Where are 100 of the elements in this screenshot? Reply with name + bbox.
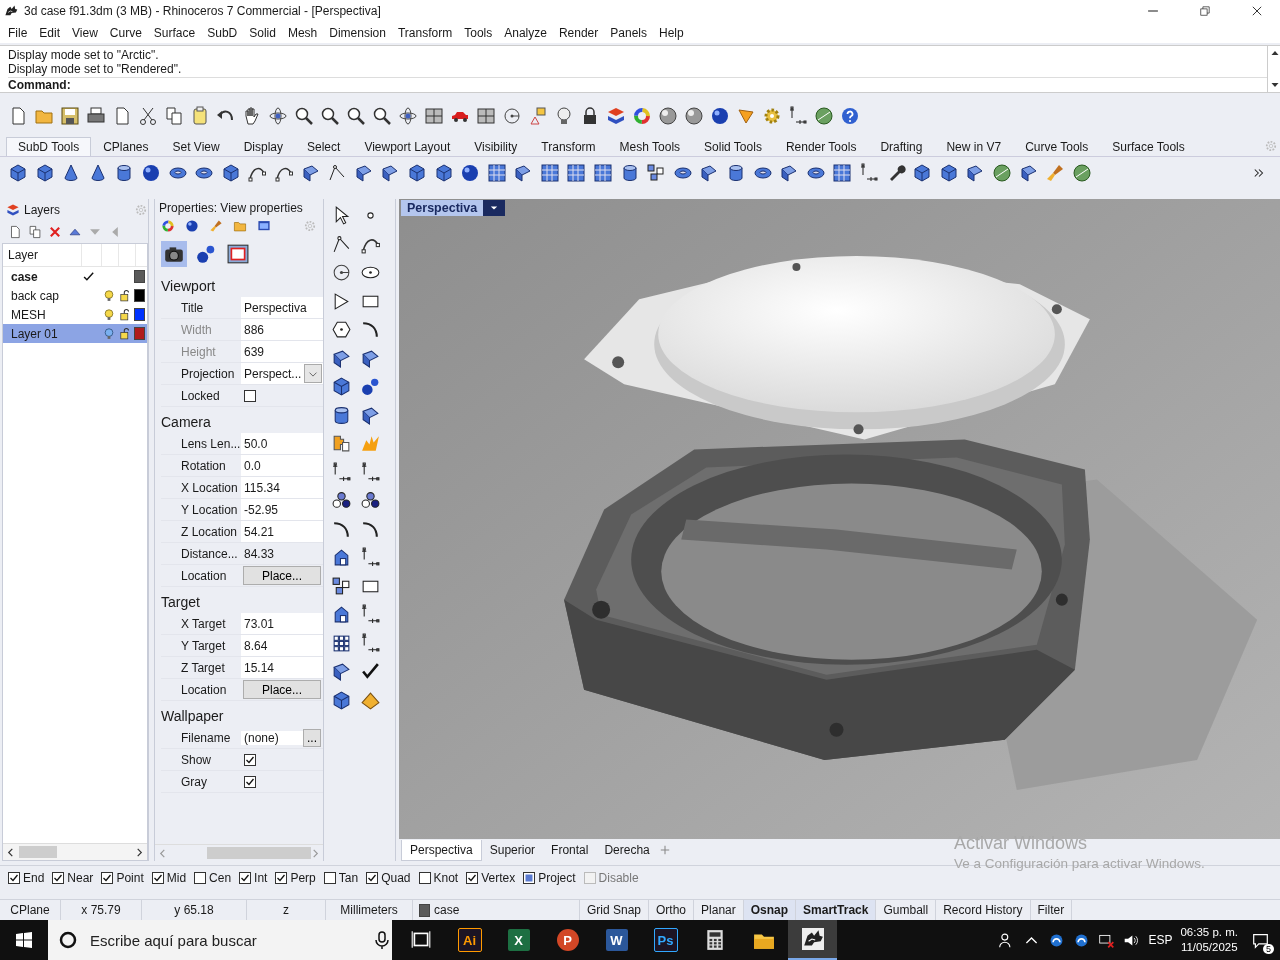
scroll-left-icon[interactable]	[6, 847, 15, 857]
checkbox[interactable]	[244, 389, 256, 402]
value-field[interactable]: 50.0	[241, 433, 323, 454]
osnap-label[interactable]: Near	[67, 871, 94, 885]
task-view-icon[interactable]	[409, 929, 432, 951]
scrollbar-thumb[interactable]	[207, 847, 311, 859]
search-field[interactable]: Escribe aquí para buscar	[88, 930, 362, 950]
layer-row[interactable]: MESH	[3, 305, 147, 324]
cube-icon[interactable]	[912, 163, 933, 183]
spheres-icon[interactable]	[195, 243, 217, 265]
osnap-label[interactable]: Knot	[433, 871, 459, 885]
menu-item[interactable]: View	[66, 25, 104, 40]
more-icon[interactable]	[1252, 166, 1266, 180]
cone-icon[interactable]	[736, 106, 756, 126]
menu-item[interactable]: Analyze	[498, 25, 553, 40]
osnap-label[interactable]: Point	[116, 871, 144, 885]
menu-item[interactable]: Dimension	[323, 25, 392, 40]
copy-icon[interactable]	[164, 106, 184, 126]
lock-icon[interactable]	[118, 288, 132, 303]
scrollbar-thumb[interactable]	[19, 846, 57, 858]
status-toggle[interactable]: SmartTrack	[796, 900, 877, 920]
arc-icon[interactable]	[360, 319, 381, 340]
app-logo[interactable]: P	[556, 929, 579, 951]
layer-row[interactable]: case	[3, 267, 147, 286]
menu-item[interactable]: File	[2, 25, 34, 40]
pyramid-icon[interactable]	[360, 689, 381, 711]
color-swatch[interactable]	[134, 289, 145, 302]
menu-item[interactable]: SubD	[201, 25, 244, 40]
surface-icon[interactable]	[331, 347, 352, 369]
status-toggle[interactable]: Osnap	[743, 900, 797, 920]
layer-row[interactable]: Layer 01	[3, 324, 147, 343]
dimension-icon[interactable]	[360, 632, 381, 654]
place-button[interactable]: Place...	[243, 566, 321, 585]
gear-icon[interactable]	[762, 106, 782, 126]
windows-logo-icon[interactable]	[14, 930, 34, 950]
dimension-icon[interactable]	[360, 461, 381, 483]
grid-icon[interactable]	[486, 163, 507, 183]
page-icon[interactable]	[8, 225, 22, 239]
toolbar-tab[interactable]: Drafting	[868, 137, 935, 156]
value-field[interactable]: 115.34	[241, 477, 323, 498]
circle-icon[interactable]	[502, 106, 522, 126]
projection-dropdown[interactable]: Perspect...	[241, 363, 323, 384]
search-bar[interactable]: Escribe aquí para buscar	[48, 920, 392, 960]
hand-icon[interactable]	[242, 106, 262, 126]
browse-button[interactable]: ...	[303, 728, 321, 747]
close-icon[interactable]	[1250, 4, 1264, 18]
osnap-label[interactable]: Int	[254, 871, 268, 885]
restore-icon[interactable]	[1198, 4, 1212, 18]
toolbar-tab[interactable]: Curve Tools	[1013, 137, 1101, 156]
sphere-icon[interactable]	[684, 106, 704, 126]
menu-item[interactable]: Edit	[33, 25, 67, 40]
checkbox[interactable]	[275, 872, 288, 884]
app-logo[interactable]: Ps	[653, 928, 678, 952]
grid-icon[interactable]	[476, 106, 496, 126]
lock-icon[interactable]	[118, 326, 132, 341]
sphere-icon[interactable]	[460, 163, 481, 183]
menu-item[interactable]: Render	[552, 25, 605, 40]
grid-icon[interactable]	[832, 163, 853, 183]
cube-icon[interactable]	[331, 689, 352, 711]
osnap-label[interactable]: Cen	[209, 871, 232, 885]
checkbox[interactable]	[244, 775, 256, 788]
orbit-icon[interactable]	[268, 106, 288, 126]
osnap-label[interactable]: Disable	[598, 871, 639, 885]
lightbulb-icon[interactable]	[102, 288, 116, 303]
scissors-icon[interactable]	[138, 106, 158, 126]
squares-icon[interactable]	[331, 575, 352, 597]
checkbox[interactable]	[8, 872, 20, 884]
toolbar-tab[interactable]: Transform	[529, 137, 608, 156]
copy-icon[interactable]	[28, 225, 42, 239]
osnap-label[interactable]: Project	[538, 871, 576, 885]
frame-icon[interactable]	[227, 243, 249, 265]
microphone-icon[interactable]	[372, 930, 392, 950]
panel-title[interactable]: Layers	[24, 203, 61, 217]
cube-icon[interactable]	[938, 163, 959, 183]
sphere-icon[interactable]	[658, 106, 678, 126]
lock-icon[interactable]	[118, 307, 132, 322]
layers-icon[interactable]	[606, 106, 626, 126]
surface-icon[interactable]	[360, 404, 381, 426]
checkbox[interactable]	[244, 753, 256, 766]
value-field[interactable]: 73.01	[241, 613, 323, 634]
osnap-label[interactable]: Perp	[290, 871, 316, 885]
lightbulb-icon[interactable]	[102, 307, 116, 322]
squares-icon[interactable]	[646, 163, 667, 183]
hexagon-icon[interactable]	[331, 319, 352, 340]
checkbox[interactable]	[194, 872, 207, 884]
puzzle-icon[interactable]	[331, 433, 352, 454]
check-icon[interactable]	[360, 661, 381, 682]
polyline-icon[interactable]	[331, 233, 352, 255]
app-logo[interactable]: X	[507, 929, 530, 951]
language-indicator[interactable]: ESP	[1148, 933, 1173, 947]
layer-row[interactable]: back cap	[3, 286, 147, 305]
dimension-icon[interactable]	[360, 547, 381, 568]
toolbar-tab[interactable]: Render Tools	[773, 137, 869, 156]
surface-icon[interactable]	[300, 163, 321, 183]
surface-icon[interactable]	[353, 163, 374, 183]
osnap-label[interactable]: Mid	[166, 871, 187, 885]
viewport-tab[interactable]: Superior	[481, 840, 544, 860]
checkbox[interactable]	[323, 872, 336, 884]
color-swatch[interactable]	[134, 270, 145, 283]
brush-icon[interactable]	[1045, 163, 1066, 183]
